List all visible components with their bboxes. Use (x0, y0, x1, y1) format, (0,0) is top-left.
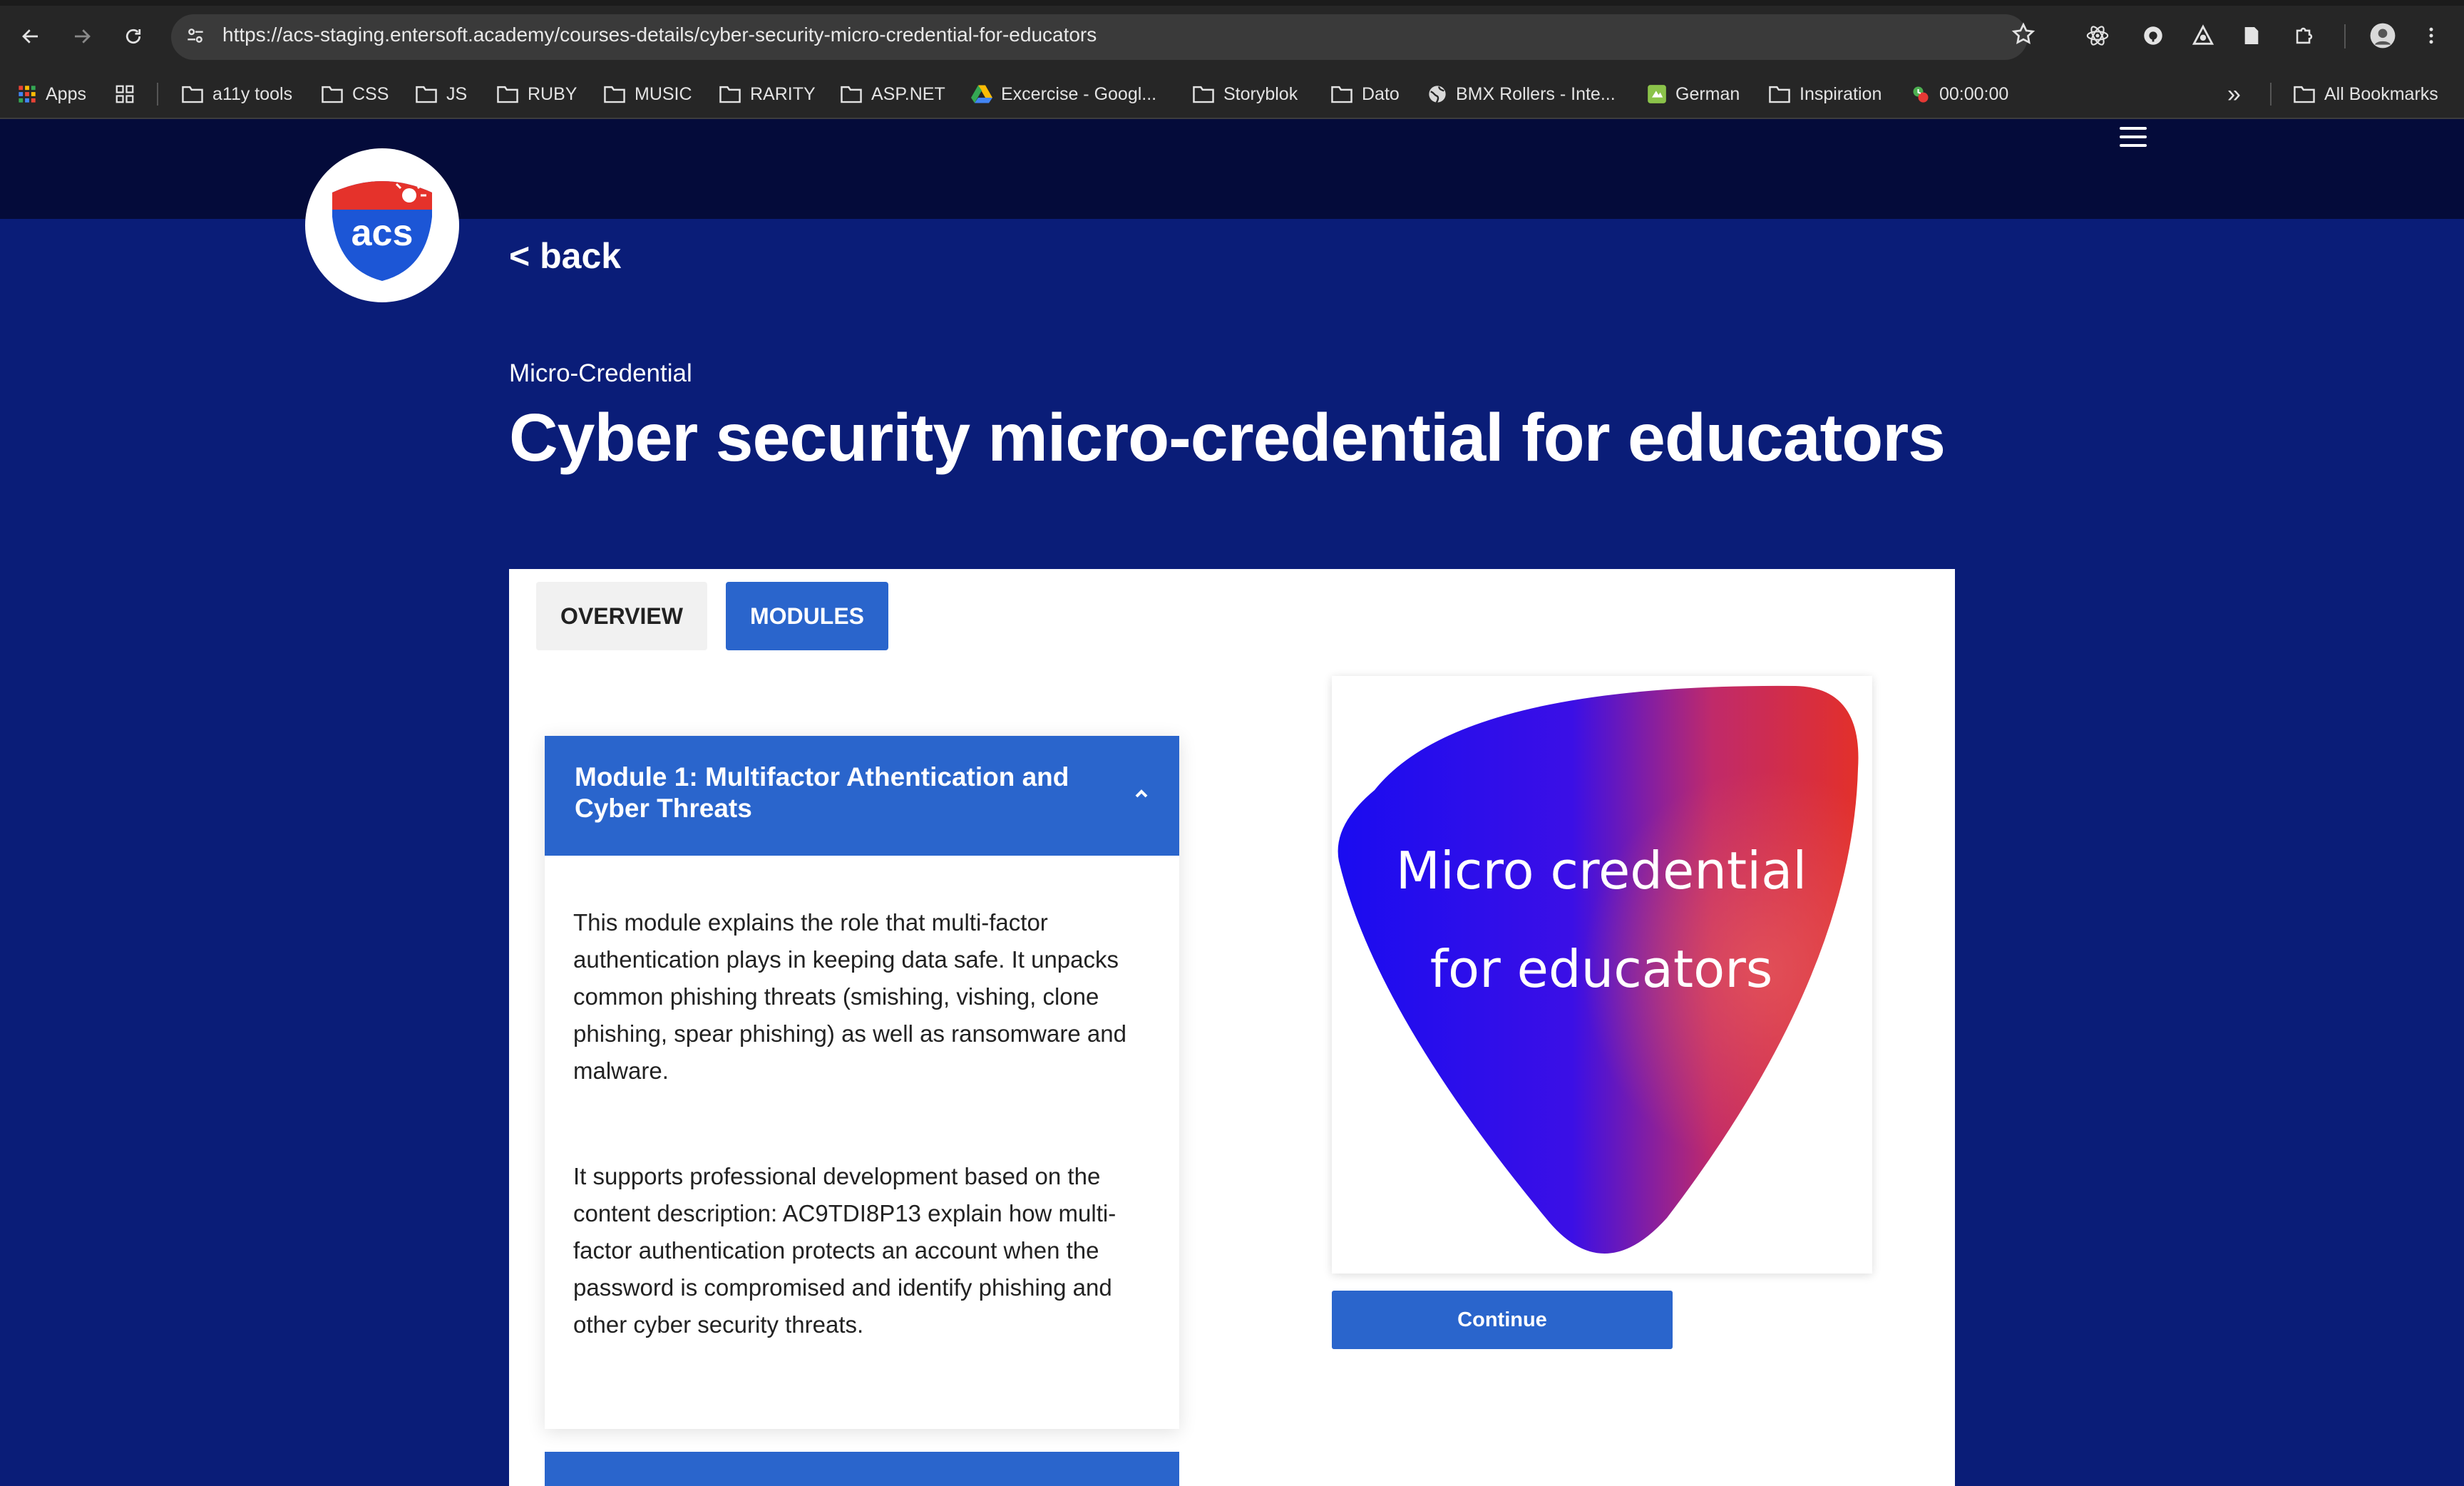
logo-text: acs (351, 212, 414, 254)
profile-avatar-icon[interactable] (2368, 21, 2397, 50)
bookmark-folder-music[interactable]: MUSIC (603, 81, 692, 107)
badge-line-1: Micro credential (1396, 841, 1807, 901)
folder-icon (1769, 86, 1790, 103)
bookmark-folder-storyblok[interactable]: Storyblok (1192, 81, 1298, 107)
bookmarks-divider (157, 83, 158, 106)
toolbar-divider (2344, 24, 2346, 48)
bookmarks-divider (2270, 83, 2272, 106)
bookmark-apps[interactable]: Apps (17, 81, 86, 107)
globe-icon (1429, 86, 1446, 103)
bookmark-folder-inspiration[interactable]: Inspiration (1768, 81, 1882, 107)
bookmark-folder-js[interactable]: JS (415, 81, 467, 107)
micro-credential-badge-image: Micro credential for educators (1338, 685, 1859, 1254)
url-text[interactable]: https://acs-staging.entersoft.academy/co… (222, 24, 1097, 46)
folder-icon (497, 86, 518, 103)
acs-shield-icon: acs (332, 178, 432, 281)
folder-icon (2294, 86, 2315, 103)
folder-icon (1331, 86, 1352, 103)
tab-overview[interactable]: OVERVIEW (536, 582, 707, 650)
folder-icon (322, 86, 343, 103)
bookmark-folder-css[interactable]: CSS (321, 81, 389, 107)
folder-icon (719, 86, 741, 103)
google-drive-icon (971, 85, 992, 103)
bookmark-folder-ruby[interactable]: RUBY (496, 81, 577, 107)
hamburger-menu-icon[interactable] (2116, 123, 2150, 151)
module-2-header[interactable] (545, 1452, 1179, 1486)
folder-icon (1193, 86, 1214, 103)
page-title: Cyber security micro-credential for educ… (509, 400, 1946, 476)
course-type-label: Micro-Credential (509, 359, 692, 387)
bookmark-timer[interactable]: 00:00:00 (1911, 81, 2008, 107)
bookmark-folder-a11y-tools[interactable]: a11y tools (181, 81, 292, 107)
browser-menu-icon[interactable] (2417, 21, 2445, 50)
bookmark-bmx-rollers[interactable]: BMX Rollers - Inte... (1427, 81, 1616, 107)
bookmark-star-icon[interactable] (2011, 21, 2036, 51)
forward-arrow-icon[interactable] (66, 20, 98, 53)
folder-icon (604, 86, 625, 103)
module-1-content-description: It supports professional development bas… (573, 1163, 1116, 1338)
bookmark-folder-rarity[interactable]: RARITY (719, 81, 816, 107)
back-arrow-icon[interactable] (14, 20, 47, 53)
continue-button[interactable]: Continue (1332, 1291, 1673, 1349)
module-1-description: This module explains the role that multi… (573, 909, 1126, 1084)
extension-triangle-icon[interactable] (2189, 21, 2217, 50)
all-bookmarks-button[interactable]: All Bookmarks (2293, 81, 2438, 107)
bookmarks-overflow-button[interactable]: » (2227, 81, 2241, 108)
notes-extension-icon[interactable] (2237, 21, 2266, 50)
apps-grid-icon (19, 86, 36, 103)
folder-icon (416, 86, 437, 103)
module-1-header[interactable]: Module 1: Multifactor Athentication and … (545, 736, 1179, 856)
back-link[interactable]: < back (509, 235, 621, 277)
bookmark-folder-dato[interactable]: Dato (1330, 81, 1400, 107)
password-manager-icon[interactable] (2139, 21, 2167, 50)
extensions-puzzle-icon[interactable] (2290, 21, 2319, 50)
folder-icon (841, 86, 862, 103)
acs-logo[interactable]: acs (305, 148, 459, 302)
chevron-up-icon[interactable] (1134, 786, 1149, 801)
bookmark-german[interactable]: German (1647, 81, 1740, 107)
bookmark-favicon-icon (1648, 85, 1666, 103)
react-devtools-icon[interactable] (2083, 21, 2112, 50)
course-badge-card: Micro credential for educators (1332, 676, 1872, 1274)
tab-groups-button[interactable] (114, 81, 135, 107)
site-info-icon[interactable] (184, 24, 207, 51)
timer-icon (1913, 86, 1929, 103)
tab-strip (0, 0, 2464, 6)
bookmark-folder-aspnet[interactable]: ASP.NET (840, 81, 945, 107)
reload-icon[interactable] (117, 20, 150, 53)
module-1-title: Module 1: Multifactor Athentication and … (575, 762, 1069, 823)
bookmark-excercise[interactable]: Excercise - Googl... (971, 81, 1156, 107)
badge-line-2: for educators (1430, 939, 1773, 999)
tab-groups-icon (115, 85, 134, 103)
folder-icon (182, 86, 203, 103)
tab-modules[interactable]: MODULES (726, 582, 888, 650)
